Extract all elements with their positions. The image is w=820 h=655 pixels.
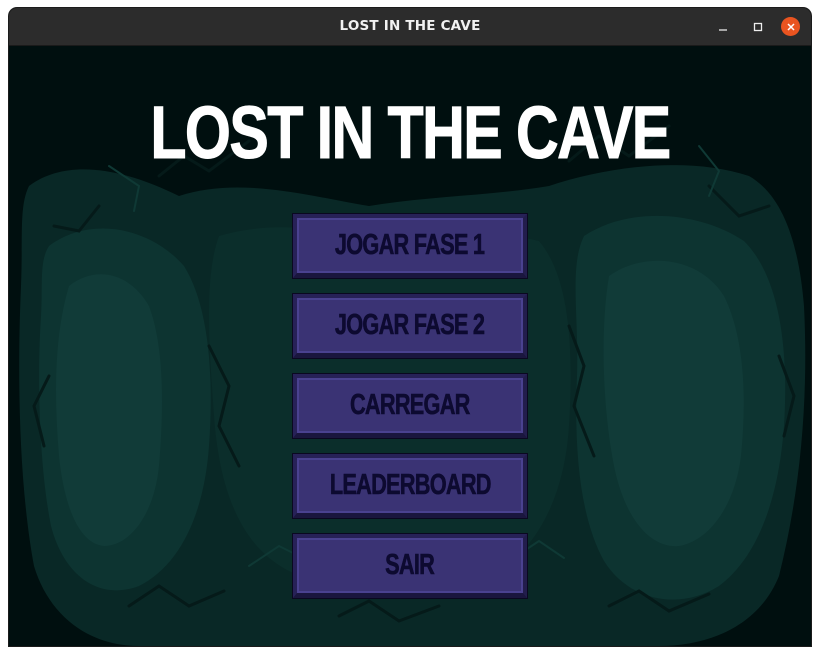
- minimize-icon: [719, 29, 727, 31]
- play-level-2-button[interactable]: JOGAR FASE 2: [293, 294, 527, 358]
- maximize-button[interactable]: [748, 17, 768, 37]
- close-button[interactable]: [781, 17, 800, 36]
- close-icon: [786, 22, 795, 31]
- leaderboard-button[interactable]: LEADERBOARD: [293, 454, 527, 518]
- load-button[interactable]: CARREGAR: [293, 374, 527, 438]
- play-level-1-button[interactable]: JOGAR FASE 1: [293, 214, 527, 278]
- leaderboard-label: LEADERBOARD: [329, 469, 491, 502]
- play-level-2-label: JOGAR FASE 2: [335, 309, 486, 342]
- game-title: LOST IN THE CAVE: [150, 91, 672, 174]
- title-bar[interactable]: LOST IN THE CAVE: [9, 8, 811, 46]
- minimize-button[interactable]: [713, 17, 733, 37]
- window-title: LOST IN THE CAVE: [339, 18, 481, 34]
- maximize-icon: [753, 22, 763, 32]
- game-screen: LOST IN THE CAVE JOGAR FASE 1 JOGAR FASE…: [9, 46, 811, 646]
- quit-label: SAIR: [385, 549, 435, 582]
- play-level-1-label: JOGAR FASE 1: [335, 229, 486, 262]
- app-window: LOST IN THE CAVE LOST IN THE CAVE JOGAR …: [9, 8, 811, 646]
- quit-button[interactable]: SAIR: [293, 534, 527, 598]
- main-menu: JOGAR FASE 1 JOGAR FASE 2 CARREGAR LEADE…: [293, 214, 529, 614]
- load-label: CARREGAR: [350, 389, 471, 422]
